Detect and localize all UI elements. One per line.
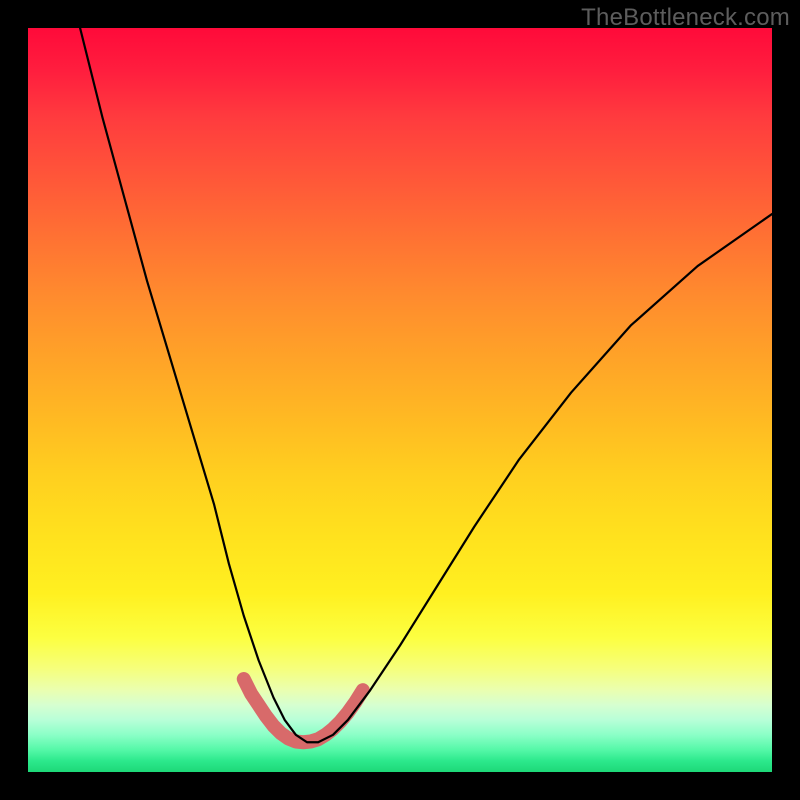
plot-area	[28, 28, 772, 772]
main-curve	[80, 28, 772, 742]
watermark-text: TheBottleneck.com	[581, 4, 790, 32]
highlight-path	[244, 679, 363, 742]
curve-layer	[28, 28, 772, 772]
chart-frame: TheBottleneck.com	[0, 0, 800, 800]
